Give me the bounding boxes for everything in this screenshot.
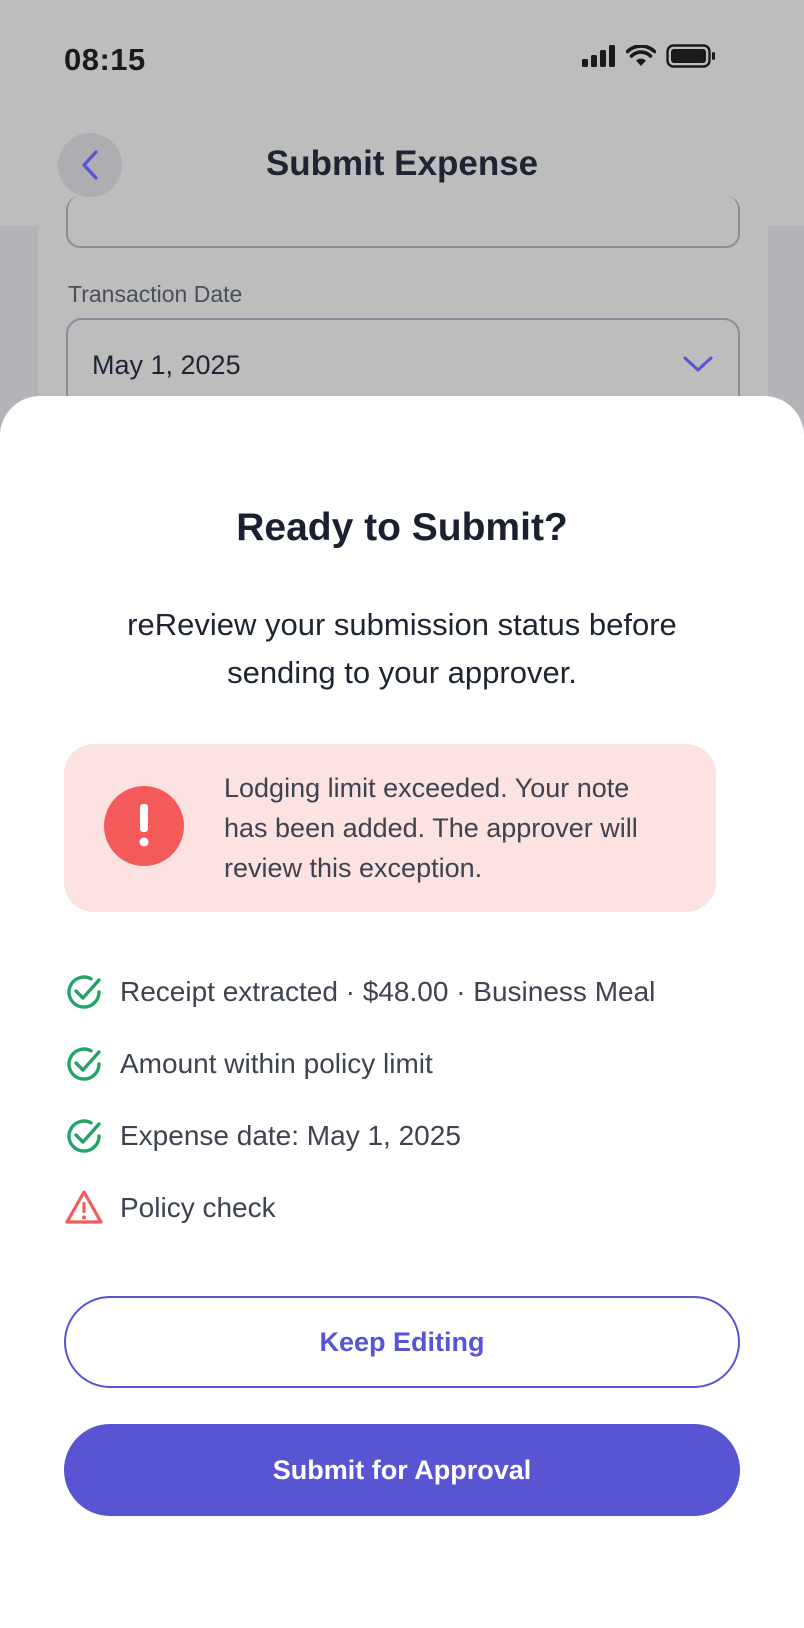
form-gutter-right bbox=[768, 226, 804, 426]
battery-icon bbox=[666, 44, 715, 68]
check-circle-icon bbox=[64, 1116, 104, 1156]
check-circle-icon bbox=[64, 1044, 104, 1084]
keep-editing-label: Keep Editing bbox=[319, 1326, 485, 1357]
policy-alert: Lodging limit exceeded. Your note has be… bbox=[64, 744, 716, 912]
checklist-label: Receipt extracted · $48.00 · Business Me… bbox=[120, 976, 656, 1007]
submit-for-approval-button[interactable]: Submit for Approval bbox=[64, 1424, 740, 1516]
submission-checklist: Receipt extracted · $48.00 · Business Me… bbox=[64, 956, 764, 1244]
status-icons bbox=[582, 44, 716, 68]
keep-editing-button[interactable]: Keep Editing bbox=[64, 1296, 740, 1388]
checklist-item: Policy check bbox=[64, 1172, 764, 1244]
status-bar: 08:15 bbox=[0, 0, 804, 120]
checklist-label: Amount within policy limit bbox=[120, 1048, 433, 1079]
submit-confirmation-sheet: Ready to Submit? reReview your submissio… bbox=[0, 396, 804, 1628]
page-title: Submit Expense bbox=[265, 144, 539, 183]
checklist-label: Policy check bbox=[120, 1192, 276, 1223]
sheet-title: Ready to Submit? bbox=[236, 506, 568, 549]
status-time: 08:15 bbox=[64, 42, 146, 77]
wifi-icon bbox=[626, 45, 656, 66]
warning-triangle-icon bbox=[64, 1188, 104, 1228]
transaction-date-value: May 1, 2025 bbox=[92, 350, 241, 380]
previous-field[interactable] bbox=[66, 196, 740, 248]
submit-for-approval-label: Submit for Approval bbox=[272, 1454, 532, 1485]
check-circle-icon bbox=[64, 972, 104, 1012]
exclamation-icon bbox=[104, 786, 184, 866]
alert-message: Lodging limit exceeded. Your note has be… bbox=[224, 773, 638, 883]
chevron-down-icon bbox=[683, 356, 713, 372]
checklist-item: Receipt extracted · $48.00 · Business Me… bbox=[64, 956, 764, 1028]
checklist-item: Amount within policy limit bbox=[64, 1028, 764, 1100]
app-screen: 08:15 Submit Expense Transaction Date Ma… bbox=[0, 0, 804, 1628]
checklist-item: Expense date: May 1, 2025 bbox=[64, 1100, 764, 1172]
signal-icon bbox=[582, 45, 615, 67]
checklist-label: Expense date: May 1, 2025 bbox=[120, 1120, 461, 1151]
sheet-description: reReview your submission status before s… bbox=[127, 607, 677, 690]
transaction-date-label: Transaction Date bbox=[68, 281, 243, 307]
